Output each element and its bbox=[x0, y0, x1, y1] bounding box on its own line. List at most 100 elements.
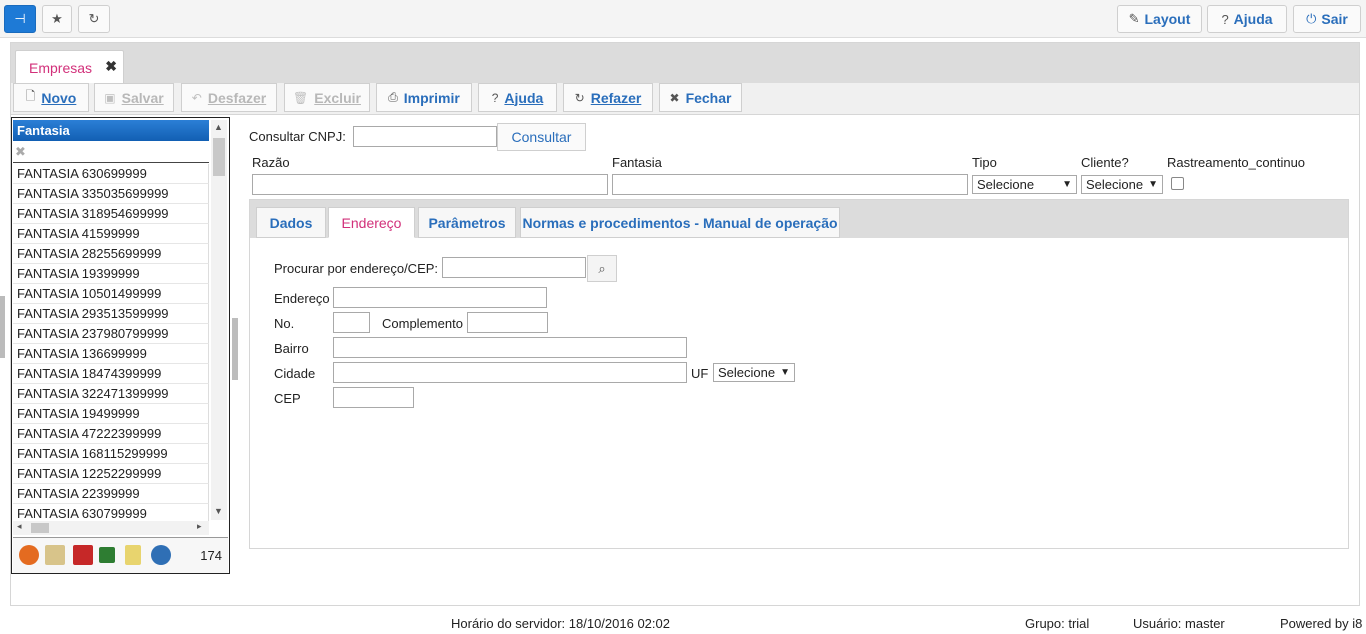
list-item[interactable]: FANTASIA 19399999 bbox=[13, 264, 209, 284]
tab-normas[interactable]: Normas e procedimentos - Manual de opera… bbox=[520, 207, 840, 238]
list-filter-input[interactable]: ✖ bbox=[13, 143, 209, 163]
fantasia-list: Fantasia ✖ FANTASIA 630699999 FANTASIA 33… bbox=[11, 117, 230, 574]
tab-empresas[interactable]: Empresas ✖ bbox=[15, 50, 124, 84]
center-splitter[interactable] bbox=[232, 318, 238, 380]
tab-parametros[interactable]: Parâmetros bbox=[418, 207, 516, 238]
pin-button[interactable]: ⊣ bbox=[4, 5, 36, 33]
vertical-scrollbar[interactable]: ▲ ▼ bbox=[211, 120, 227, 520]
close-icon[interactable]: ✖ bbox=[105, 58, 117, 75]
chevron-down-icon: ▼ bbox=[1062, 179, 1072, 190]
scroll-left-icon[interactable]: ◂ bbox=[17, 521, 22, 532]
ajuda-button[interactable]: ? Ajuda bbox=[478, 83, 557, 112]
chevron-down-icon: ▼ bbox=[1148, 179, 1158, 190]
cliente-select[interactable]: Selecione ▼ bbox=[1081, 175, 1163, 194]
question-icon: ? bbox=[491, 90, 499, 105]
novo-button[interactable]: 🗋 Novo bbox=[13, 83, 89, 112]
search-icon: ⌕ bbox=[598, 260, 606, 276]
server-time: Horário do servidor: 18/10/2016 02:02 bbox=[451, 616, 670, 631]
list-item[interactable]: FANTASIA 18474399999 bbox=[13, 364, 209, 384]
list-header[interactable]: Fantasia bbox=[13, 120, 209, 141]
scroll-thumb[interactable] bbox=[213, 138, 225, 176]
clear-filter-icon[interactable]: ✖ bbox=[15, 144, 26, 159]
tab-dados[interactable]: Dados bbox=[256, 207, 326, 238]
power-icon: ⏻ bbox=[1306, 11, 1317, 26]
list-item[interactable]: FANTASIA 12252299999 bbox=[13, 464, 209, 484]
cnpj-input[interactable] bbox=[353, 126, 497, 147]
procurar-input[interactable] bbox=[442, 257, 586, 278]
action-toolbar: 🗋 Novo ▣ Salvar ↶ Desfazer 🗑 Excluir ⎙ Imprim… bbox=[11, 83, 1359, 115]
list-item[interactable]: FANTASIA 47222399999 bbox=[13, 424, 209, 444]
scroll-right-icon[interactable]: ▸ bbox=[197, 521, 202, 532]
grupo-text: Grupo: trial bbox=[1025, 616, 1090, 631]
list-item[interactable]: FANTASIA 335035699999 bbox=[13, 184, 209, 204]
list-item[interactable]: FANTASIA 630699999 bbox=[13, 164, 209, 184]
rastreamento-label: Rastreamento_continuo bbox=[1167, 155, 1306, 170]
cidade-input[interactable] bbox=[333, 362, 687, 383]
favorites-button[interactable]: ★ bbox=[42, 5, 72, 33]
notes-icon[interactable] bbox=[125, 545, 141, 565]
print-icon: ⎙ bbox=[388, 90, 398, 104]
list-item[interactable]: FANTASIA 322471399999 bbox=[13, 384, 209, 404]
excel-icon[interactable] bbox=[99, 547, 115, 563]
list-item[interactable]: FANTASIA 136699999 bbox=[13, 344, 209, 364]
consultar-button[interactable]: Consultar bbox=[497, 123, 586, 151]
exit-button[interactable]: ⏻ Sair bbox=[1293, 5, 1361, 33]
list-item[interactable]: FANTASIA 318954699999 bbox=[13, 204, 209, 224]
bairro-input[interactable] bbox=[333, 337, 687, 358]
salvar-button[interactable]: ▣ Salvar bbox=[94, 83, 174, 112]
endereco-label: Endereço bbox=[274, 291, 330, 306]
hscroll-thumb[interactable] bbox=[31, 523, 49, 533]
endereco-input[interactable] bbox=[333, 287, 547, 308]
layout-button[interactable]: ✎ Layout bbox=[1117, 5, 1202, 33]
pin-icon: ⊣ bbox=[14, 11, 26, 26]
scroll-down-icon[interactable]: ▼ bbox=[214, 506, 223, 516]
numero-input[interactable] bbox=[333, 312, 370, 333]
desfazer-button[interactable]: ↶ Desfazer bbox=[181, 83, 277, 112]
printer-icon[interactable] bbox=[45, 545, 65, 565]
cep-label: CEP bbox=[274, 391, 301, 406]
list-item[interactable]: FANTASIA 28255699999 bbox=[13, 244, 209, 264]
horizontal-scrollbar[interactable]: ◂ ▸ bbox=[13, 521, 209, 535]
uf-select[interactable]: Selecione ▼ bbox=[713, 363, 795, 382]
consultar-cnpj-label: Consultar CNPJ: bbox=[249, 129, 346, 144]
fantasia-input[interactable] bbox=[612, 174, 968, 195]
excluir-button[interactable]: 🗑 Excluir bbox=[284, 83, 370, 112]
redo-icon: ↻ bbox=[574, 90, 585, 105]
powered-by-link[interactable]: Powered by i8 bbox=[1280, 616, 1362, 631]
tab-endereco[interactable]: Endereço bbox=[328, 207, 415, 238]
scroll-up-icon[interactable]: ▲ bbox=[214, 122, 223, 132]
list-item[interactable]: FANTASIA 22399999 bbox=[13, 484, 209, 504]
list-item[interactable]: FANTASIA 237980799999 bbox=[13, 324, 209, 344]
search-button[interactable]: ⌕ bbox=[587, 255, 617, 282]
tipo-label: Tipo bbox=[972, 155, 997, 170]
save-icon: ▣ bbox=[104, 90, 116, 105]
help-button[interactable]: ? Ajuda bbox=[1207, 5, 1287, 33]
rastreamento-checkbox[interactable] bbox=[1171, 177, 1184, 190]
imprimir-button[interactable]: ⎙ Imprimir bbox=[376, 83, 472, 112]
list-item[interactable]: FANTASIA 10501499999 bbox=[13, 284, 209, 304]
fechar-button[interactable]: ✖ Fechar bbox=[659, 83, 742, 112]
list-item[interactable]: FANTASIA 293513599999 bbox=[13, 304, 209, 324]
refazer-button[interactable]: ↻ Refazer bbox=[563, 83, 653, 112]
cep-input[interactable] bbox=[333, 387, 414, 408]
complemento-input[interactable] bbox=[467, 312, 548, 333]
tipo-select[interactable]: Selecione ▼ bbox=[972, 175, 1077, 194]
new-doc-icon: 🗋 bbox=[25, 89, 36, 103]
pdf-icon[interactable] bbox=[73, 545, 93, 565]
left-splitter[interactable] bbox=[0, 296, 5, 358]
usuario-text: Usuário: master bbox=[1133, 616, 1225, 631]
list-item[interactable]: FANTASIA 168115299999 bbox=[13, 444, 209, 464]
cidade-label: Cidade bbox=[274, 366, 316, 381]
sync-icon[interactable] bbox=[19, 545, 39, 565]
fantasia-label: Fantasia bbox=[612, 155, 662, 170]
refresh-button[interactable]: ↻ bbox=[78, 5, 110, 33]
list-item[interactable]: FANTASIA 19499999 bbox=[13, 404, 209, 424]
star-icon: ★ bbox=[51, 11, 63, 26]
list-item[interactable]: FANTASIA 41599999 bbox=[13, 224, 209, 244]
user-icon[interactable] bbox=[151, 545, 171, 565]
list-rows: FANTASIA 630699999 FANTASIA 335035699999 F… bbox=[13, 164, 209, 524]
refresh-icon: ↻ bbox=[88, 11, 100, 26]
inner-tab-strip: Dados Endereço Parâmetros Normas e proce… bbox=[250, 200, 1348, 238]
procurar-label: Procurar por endereço/CEP: bbox=[274, 261, 439, 276]
razao-input[interactable] bbox=[252, 174, 608, 195]
